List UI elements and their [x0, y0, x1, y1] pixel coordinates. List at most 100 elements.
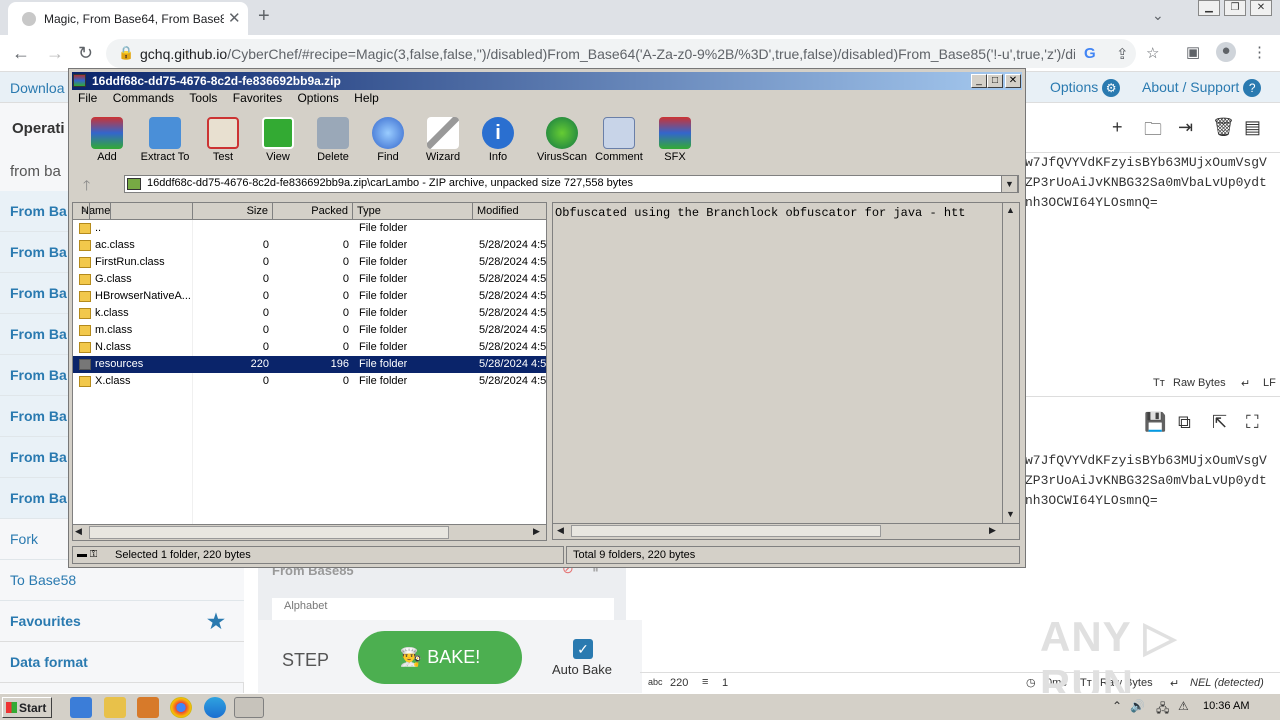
- new-tab-icon[interactable]: +: [258, 5, 270, 28]
- chrome-icon[interactable]: [170, 697, 192, 718]
- preview-hscrollbar[interactable]: ◀ ▶: [553, 523, 1019, 539]
- scroll-left-icon[interactable]: ◀: [557, 525, 564, 536]
- input-text[interactable]: w7JfQVYVdKFzyisBYb63MUjxOumVsgV ZP3rUoAiJ…: [1025, 153, 1267, 213]
- file-row-selected[interactable]: resources 220 196 File folder 5/28/2024 4:5: [73, 356, 546, 373]
- tray-network-icon[interactable]: 🖧: [1156, 699, 1169, 720]
- step-button[interactable]: STEP: [282, 650, 329, 671]
- tray-volume-icon[interactable]: 🔊: [1130, 699, 1145, 713]
- winrar-taskbar-icon[interactable]: [234, 697, 264, 718]
- side-panel-icon[interactable]: ▣: [1186, 43, 1200, 61]
- input-encoding[interactable]: Raw Bytes: [1173, 377, 1226, 389]
- column-packed[interactable]: Packed: [273, 203, 353, 220]
- google-lens-icon[interactable]: G: [1084, 45, 1096, 62]
- save-icon[interactable]: 💾: [1144, 412, 1166, 433]
- scroll-left-icon[interactable]: ◀: [75, 526, 82, 537]
- browser-tab[interactable]: Magic, From Base64, From Base85 - ✕: [8, 2, 248, 35]
- options-link[interactable]: Options ⚙: [1050, 79, 1121, 98]
- file-row[interactable]: X.class 0 0 File folder 5/28/2024 4:5: [73, 373, 546, 390]
- tool-info[interactable]: i Info: [470, 111, 526, 163]
- file-list-hscrollbar[interactable]: ◀ ▶: [72, 524, 547, 541]
- scroll-thumb[interactable]: [89, 526, 449, 539]
- trash-icon[interactable]: 🗑: [1212, 117, 1235, 138]
- archive-path-field[interactable]: 16ddf68c-dd75-4676-8c2d-fe836692bb9a.zip…: [124, 175, 1019, 193]
- menu-favorites[interactable]: Favorites: [233, 91, 282, 105]
- auto-bake-checkbox[interactable]: ✓: [573, 639, 593, 659]
- category-favourites[interactable]: Favourites ★: [0, 601, 244, 642]
- replace-input-icon[interactable]: ⇱: [1212, 412, 1227, 433]
- menu-commands[interactable]: Commands: [113, 91, 174, 105]
- file-row[interactable]: N.class 0 0 File folder 5/28/2024 4:5: [73, 339, 546, 356]
- menu-tools[interactable]: Tools: [189, 91, 217, 105]
- tool-add[interactable]: Add: [79, 111, 135, 163]
- tab-close-icon[interactable]: ✕: [228, 9, 241, 27]
- winrar-title-bar[interactable]: 16ddf68c-dd75-4676-8c2d-fe836692bb9a.zip: [72, 72, 1022, 90]
- tray-warning-icon[interactable]: ⚠: [1178, 699, 1189, 713]
- scroll-down-icon[interactable]: ▼: [1006, 509, 1015, 519]
- minimize-icon[interactable]: ▁: [1198, 0, 1220, 16]
- layout-icon[interactable]: ▤: [1244, 117, 1261, 138]
- up-folder-icon[interactable]: 🡑: [83, 175, 90, 199]
- column-size[interactable]: Size: [193, 203, 273, 220]
- tool-view[interactable]: View: [250, 111, 306, 163]
- reload-icon[interactable]: ↻: [78, 43, 93, 64]
- menu-help[interactable]: Help: [354, 91, 379, 105]
- download-link[interactable]: Downloa: [10, 80, 64, 96]
- bake-button[interactable]: 👨‍🍳 BAKE!: [358, 631, 522, 684]
- back-arrow-icon[interactable]: ←: [12, 43, 30, 64]
- chrome-menu-icon[interactable]: ⋮: [1252, 43, 1267, 61]
- file-list[interactable]: Name ▲ Size Packed Type Modified .. File …: [72, 202, 547, 540]
- tool-virusscan[interactable]: VirusScan: [534, 111, 590, 163]
- input-eol[interactable]: LF: [1263, 377, 1276, 389]
- category-data-format[interactable]: Data format: [0, 642, 244, 683]
- share-icon[interactable]: ⇪: [1116, 45, 1129, 63]
- edge-icon[interactable]: [204, 697, 226, 718]
- profile-avatar-icon[interactable]: ●: [1216, 42, 1236, 62]
- media-player-icon[interactable]: [137, 697, 159, 718]
- file-row[interactable]: .. File folder: [73, 220, 546, 237]
- bookmark-star-icon[interactable]: ☆: [1146, 44, 1159, 62]
- maximize-icon[interactable]: ⛶: [1246, 412, 1259, 433]
- taskbar-clock[interactable]: 10:36 AM: [1203, 700, 1249, 712]
- scroll-up-icon[interactable]: ▲: [1006, 205, 1015, 215]
- forward-arrow-icon[interactable]: →: [46, 43, 64, 64]
- preview-vscrollbar[interactable]: ▲ ▼: [1002, 203, 1019, 523]
- tool-extract-to[interactable]: Extract To: [137, 111, 193, 163]
- copy-icon[interactable]: ⧉: [1178, 412, 1191, 433]
- tool-wizard[interactable]: Wizard: [415, 111, 471, 163]
- file-row[interactable]: HBrowserNativeA... 0 0 File folder 5/28/2024…: [73, 288, 546, 305]
- tool-comment[interactable]: Comment: [591, 111, 647, 163]
- column-name[interactable]: Name ▲: [73, 203, 193, 220]
- about-link[interactable]: About / Support ?: [1142, 79, 1262, 98]
- operations-search-input[interactable]: from ba: [0, 153, 70, 191]
- scroll-right-icon[interactable]: ▶: [989, 525, 996, 536]
- open-folder-icon[interactable]: 🗀: [1144, 117, 1162, 147]
- file-row[interactable]: ac.class 0 0 File folder 5/28/2024 4:5: [73, 237, 546, 254]
- ie-icon[interactable]: [70, 697, 92, 718]
- restore-icon[interactable]: ❐: [1224, 0, 1246, 16]
- scroll-thumb[interactable]: [571, 525, 881, 537]
- file-row[interactable]: FirstRun.class 0 0 File folder 5/28/2024 4:5: [73, 254, 546, 271]
- import-file-icon[interactable]: ⇥: [1178, 117, 1193, 138]
- path-dropdown-icon[interactable]: ▼: [1001, 175, 1018, 193]
- tool-test[interactable]: Test: [195, 111, 251, 163]
- scroll-right-icon[interactable]: ▶: [533, 526, 540, 537]
- menu-options[interactable]: Options: [297, 91, 338, 105]
- close-window-icon[interactable]: ✕: [1250, 0, 1272, 16]
- file-row[interactable]: m.class 0 0 File folder 5/28/2024 4:5: [73, 322, 546, 339]
- tool-delete[interactable]: Delete: [305, 111, 361, 163]
- tab-search-chevron-icon[interactable]: ⌄: [1152, 7, 1164, 24]
- column-modified[interactable]: Modified: [473, 203, 546, 220]
- file-row[interactable]: G.class 0 0 File folder 5/28/2024 4:5: [73, 271, 546, 288]
- start-button[interactable]: Start: [2, 697, 52, 718]
- winrar-minimize-icon[interactable]: _: [971, 74, 987, 88]
- add-input-icon[interactable]: +: [1112, 117, 1123, 138]
- tool-find[interactable]: Find: [360, 111, 416, 163]
- winrar-close-icon[interactable]: ✕: [1005, 74, 1021, 88]
- tool-sfx[interactable]: SFX: [647, 111, 703, 163]
- explorer-icon[interactable]: [104, 697, 126, 718]
- menu-file[interactable]: File: [78, 91, 97, 105]
- winrar-maximize-icon[interactable]: □: [987, 74, 1003, 88]
- tray-up-icon[interactable]: ⌃: [1112, 699, 1122, 713]
- column-type[interactable]: Type: [353, 203, 473, 220]
- address-bar[interactable]: 🔒 gchq.github.io/CyberChef/#recipe=Magic…: [106, 39, 1159, 68]
